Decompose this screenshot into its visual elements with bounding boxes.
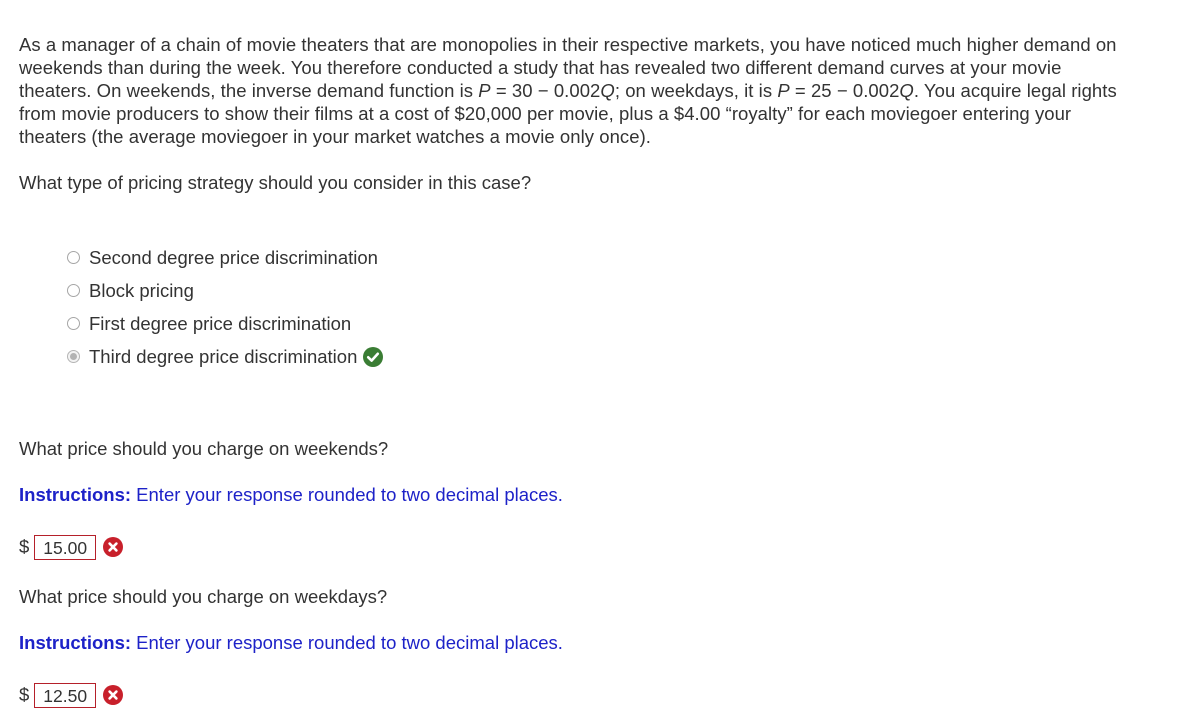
currency-symbol: $ — [19, 536, 30, 557]
question-2-answer-row: $ 15.00 — [19, 534, 1187, 560]
question-2-text: What price should you charge on weekends… — [19, 438, 389, 459]
option-block-pricing[interactable]: Block pricing — [67, 274, 1187, 307]
problem-line-1: As a manager of a chain of movie theater… — [19, 34, 1117, 55]
radio-button[interactable] — [67, 251, 80, 264]
problem-line-3: theaters. On weekends, the inverse deman… — [19, 80, 1117, 101]
problem-line-5: theaters (the average moviegoer in your … — [19, 126, 651, 147]
currency-symbol: $ — [19, 684, 30, 705]
question-3-answer-row: $ 12.50 — [19, 682, 1187, 708]
question-page: As a manager of a chain of movie theater… — [19, 33, 1187, 708]
question-3-text: What price should you charge on weekdays… — [19, 586, 388, 607]
check-circle-icon — [363, 346, 384, 367]
x-circle-icon — [103, 685, 124, 705]
radio-button[interactable] — [67, 284, 80, 297]
question-1-text: What type of pricing strategy should you… — [19, 172, 532, 193]
problem-line-2: weekends than during the week. You there… — [19, 57, 1062, 78]
option-second-degree[interactable]: Second degree price discrimination — [67, 241, 1187, 274]
problem-line-4: from movie producers to show their films… — [19, 103, 1072, 124]
question-1-options: Second degree price discrimination Block… — [67, 241, 1187, 373]
option-label: Third degree price discrimination — [89, 345, 358, 367]
question-3-instructions: Instructions: Enter your response rounde… — [19, 632, 563, 653]
option-label: First degree price discrimination — [89, 312, 352, 334]
radio-button[interactable] — [67, 317, 80, 330]
option-first-degree[interactable]: First degree price discrimination — [67, 307, 1187, 340]
x-circle-icon — [103, 537, 124, 557]
question-2-instructions: Instructions: Enter your response rounde… — [19, 484, 563, 505]
weekday-price-input[interactable]: 12.50 — [34, 682, 97, 708]
problem-statement: As a manager of a chain of movie theater… — [19, 33, 1187, 148]
option-label: Second degree price discrimination — [89, 246, 378, 268]
option-label: Block pricing — [89, 279, 194, 301]
radio-button-selected[interactable] — [67, 350, 80, 363]
weekend-price-input[interactable]: 15.00 — [34, 534, 97, 560]
option-third-degree[interactable]: Third degree price discrimination — [67, 340, 1187, 373]
